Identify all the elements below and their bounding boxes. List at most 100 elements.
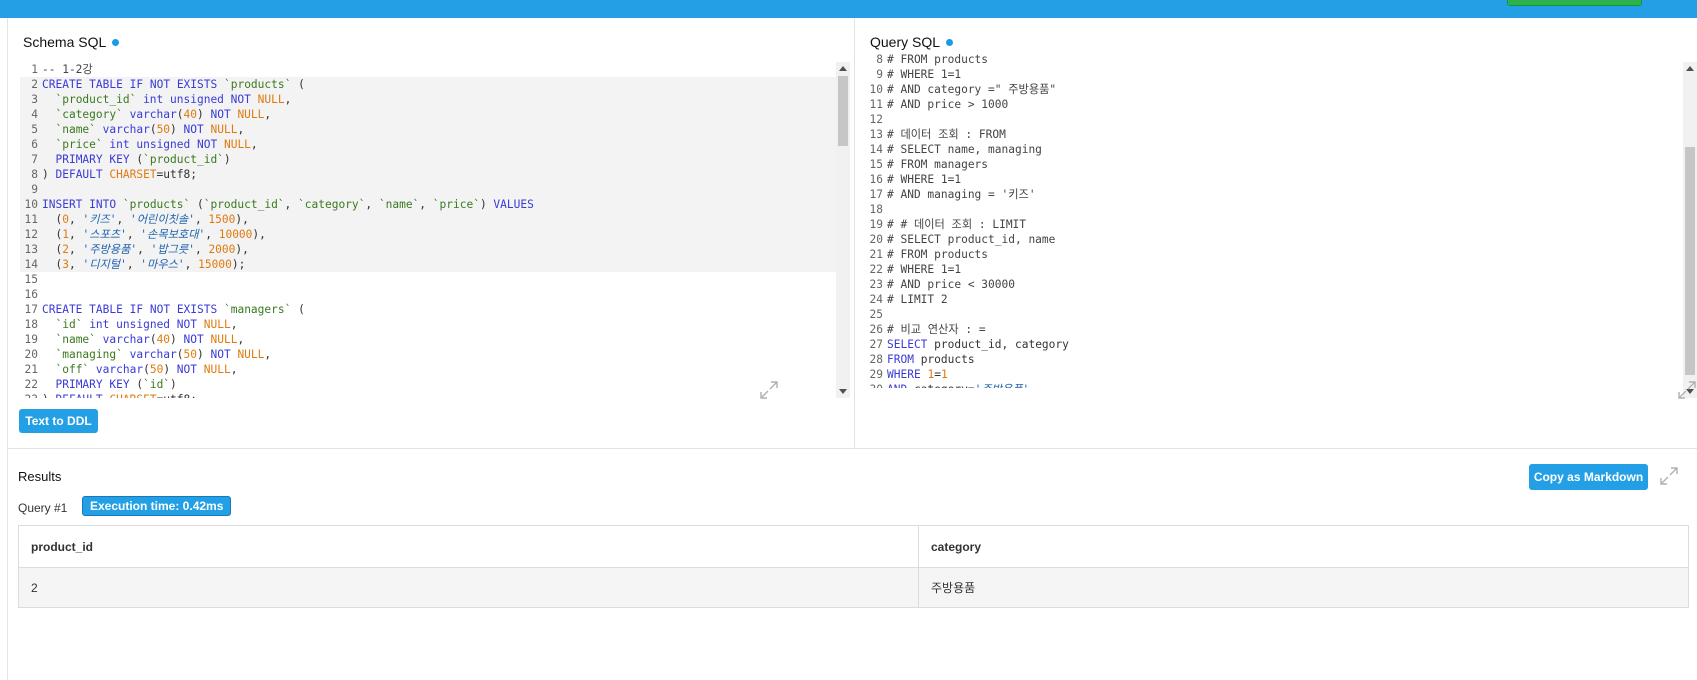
code-text: FROM products [887,353,975,366]
query-scrollbar[interactable] [1683,62,1697,398]
code-line[interactable]: 8 # FROM products [865,52,1695,67]
line-number: 24 [869,293,883,306]
code-text: (3, '디지털', '마우스', 15000); [42,258,246,271]
code-text: SELECT product_id, category [887,338,1069,351]
table-cell: 주방용품 [918,567,1689,608]
line-number: 20 [869,233,883,246]
code-line[interactable]: 18 `id` int unsigned NOT NULL, [20,317,843,332]
line-number: 17 [24,303,38,316]
scroll-up-arrow-icon[interactable] [839,66,847,71]
code-text: `price` int unsigned NOT NULL, [55,138,258,151]
query-title: Query SQL [870,34,954,50]
expand-icon[interactable] [1677,380,1697,400]
schema-panel: Schema SQL 1 -- 1-2강 2 CREATE TABLE IF NOT … [7,18,855,448]
code-line[interactable]: 19 # # 데이터 조회 : LIMIT [865,217,1695,232]
code-line[interactable]: 12 (1, '스포츠', '손목보호대', 10000), [20,227,843,242]
code-line[interactable]: 14 # SELECT name, managing [865,142,1695,157]
code-text: `category` varchar(40) NOT NULL, [55,108,272,121]
code-line[interactable]: 30 AND category='주방용품' [865,382,1695,388]
code-line[interactable]: 8) DEFAULT CHARSET=utf8; [20,167,843,182]
code-text: # 데이터 조회 : FROM [887,128,1006,141]
code-line[interactable]: 15 [20,272,843,287]
code-line[interactable]: 10 # AND category =" 주방용품" [865,82,1695,97]
line-number: 18 [869,203,883,216]
code-text: -- 1-2강 [42,63,93,76]
schema-scroll-thumb[interactable] [838,76,848,146]
code-text: `id` int unsigned NOT NULL, [55,318,238,331]
code-line[interactable]: 5 `name` varchar(50) NOT NULL, [20,122,843,137]
code-line[interactable]: 19 `name` varchar(40) NOT NULL, [20,332,843,347]
top-bar [0,0,1697,18]
line-number: 8 [31,168,38,181]
code-text: # SELECT name, managing [887,143,1042,156]
code-line[interactable]: 22 # WHERE 1=1 [865,262,1695,277]
code-line[interactable]: 3 `product_id` int unsigned NOT NULL, [20,92,843,107]
expand-icon[interactable] [1659,466,1679,486]
code-line[interactable]: 27 SELECT product_id, category [865,337,1695,352]
code-line[interactable]: 28 FROM products [865,352,1695,367]
code-line[interactable]: 18 [865,202,1695,217]
code-line[interactable]: 13 # 데이터 조회 : FROM [865,127,1695,142]
text-to-ddl-button[interactable]: Text to DDL [19,409,98,433]
code-text: # WHERE 1=1 [887,68,962,81]
scroll-up-arrow-icon[interactable] [1686,66,1694,71]
code-line[interactable]: 29 WHERE 1=1 [865,367,1695,382]
code-text: WHERE 1=1 [887,368,948,381]
line-number: 22 [24,378,38,391]
code-line[interactable]: 15 # FROM managers [865,157,1695,172]
schema-title-text: Schema SQL [23,34,107,50]
code-line[interactable]: 11 # AND price > 1000 [865,97,1695,112]
code-line[interactable]: 21 # FROM products [865,247,1695,262]
code-text: # WHERE 1=1 [887,173,962,186]
query-editor[interactable]: 8 # FROM products 9 # WHERE 1=1 10 # AND cate… [865,52,1695,388]
column-header: product_id [18,525,919,568]
code-line[interactable]: 22 PRIMARY KEY (`id`) [20,377,843,392]
code-line[interactable]: 2 CREATE TABLE IF NOT EXISTS `products` ( [20,77,843,92]
code-line[interactable]: 13 (2, '주방용품', '밥그릇', 2000), [20,242,843,257]
code-line[interactable]: 4 `category` varchar(40) NOT NULL, [20,107,843,122]
code-line[interactable]: 1 -- 1-2강 [20,62,843,77]
code-line[interactable]: 17 CREATE TABLE IF NOT EXISTS `managers` … [20,302,843,317]
code-text: # LIMIT 2 [887,293,948,306]
line-number: 19 [24,333,38,346]
code-line[interactable]: 9 # WHERE 1=1 [865,67,1695,82]
run-button[interactable] [1507,0,1642,6]
schema-scrollbar[interactable] [836,62,850,398]
code-line[interactable]: 9 [20,182,843,197]
code-line[interactable]: 12 [865,112,1695,127]
code-line[interactable]: 21 `off` varchar(50) NOT NULL, [20,362,843,377]
code-line[interactable]: 16 [20,287,843,302]
code-line[interactable]: 20 `managing` varchar(50) NOT NULL, [20,347,843,362]
code-line[interactable]: 24 # LIMIT 2 [865,292,1695,307]
table-cell: 2 [18,567,919,608]
expand-icon[interactable] [759,380,779,400]
code-line[interactable]: 14 (3, '디지털', '마우스', 15000); [20,257,843,272]
line-number: 11 [869,98,883,111]
code-line[interactable]: 26 # 비교 연산자 : = [865,322,1695,337]
code-text: `off` varchar(50) NOT NULL, [55,363,238,376]
line-number: 6 [31,138,38,151]
code-line[interactable]: 11 (0, '키즈', '어린이칫솔', 1500), [20,212,843,227]
code-text: `product_id` int unsigned NOT NULL, [55,93,292,106]
line-number: 3 [31,93,38,106]
line-number: 5 [31,123,38,136]
code-line[interactable]: 23) DEFAULT CHARSET=utf8; [20,392,843,398]
line-number: 12 [869,113,883,126]
code-line[interactable]: 17 # AND managing = '키즈' [865,187,1695,202]
line-number: 21 [869,248,883,261]
code-line[interactable]: 6 `price` int unsigned NOT NULL, [20,137,843,152]
code-line[interactable]: 20 # SELECT product_id, name [865,232,1695,247]
line-number: 17 [869,188,883,201]
code-line[interactable]: 10 INSERT INTO `products` (`product_id`, … [20,197,843,212]
copy-as-markdown-button[interactable]: Copy as Markdown [1529,464,1648,490]
scroll-down-arrow-icon[interactable] [839,389,847,394]
code-text: # AND price > 1000 [887,98,1009,111]
schema-editor[interactable]: 1 -- 1-2강 2 CREATE TABLE IF NOT EXISTS `pro… [20,62,843,398]
line-number: 11 [24,213,38,226]
code-line[interactable]: 25 [865,307,1695,322]
line-number: 30 [865,382,883,388]
query-scroll-thumb[interactable] [1685,147,1695,375]
code-line[interactable]: 7 PRIMARY KEY (`product_id`) [20,152,843,167]
code-line[interactable]: 16 # WHERE 1=1 [865,172,1695,187]
code-line[interactable]: 23 # AND price < 30000 [865,277,1695,292]
